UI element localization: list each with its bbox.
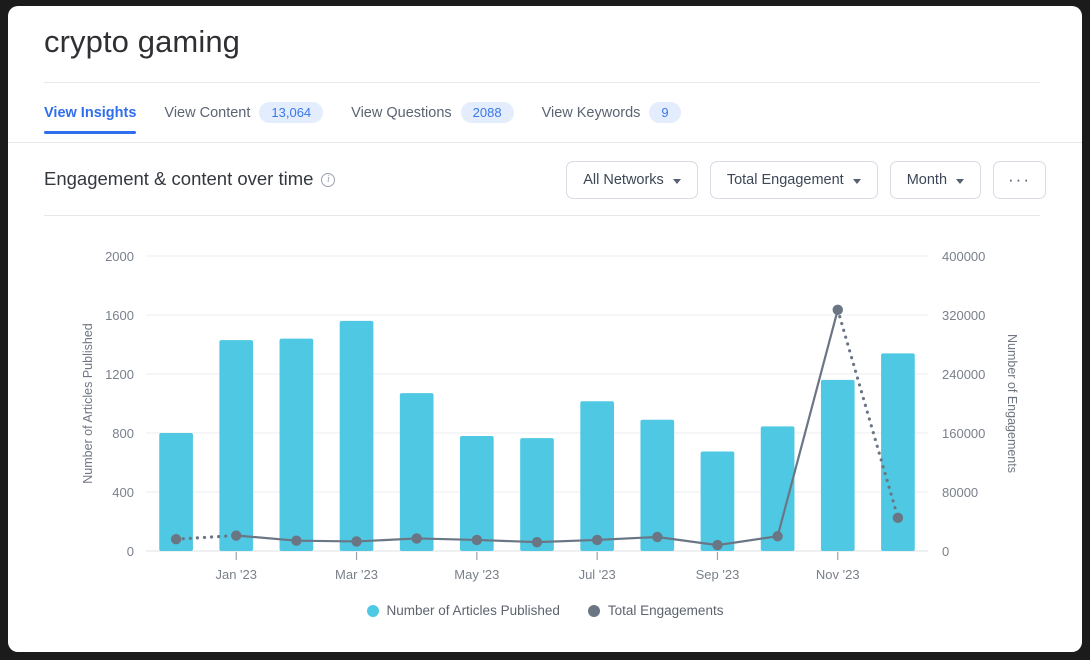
tabs-divider	[8, 142, 1082, 143]
y-axis-title: Number of Articles Published	[81, 323, 95, 484]
line-point[interactable]	[652, 532, 662, 542]
tab-view-content[interactable]: View Content 13,064	[150, 92, 337, 136]
tab-badge-count: 2088	[461, 102, 514, 123]
x-axis-tick: Sep '23	[696, 567, 740, 582]
line-point[interactable]	[171, 534, 181, 544]
y-axis-tick: 1600	[105, 308, 134, 323]
y2-axis-tick: 160000	[942, 426, 985, 441]
info-icon[interactable]: i	[321, 173, 335, 187]
chart-bar[interactable]	[520, 438, 554, 551]
line-point[interactable]	[472, 535, 482, 545]
tab-view-questions[interactable]: View Questions 2088	[337, 92, 527, 136]
chart-legend: Number of Articles Published Total Engag…	[8, 603, 1082, 618]
chart-bar[interactable]	[219, 340, 253, 551]
network-filter[interactable]: All Networks	[566, 161, 698, 199]
chevron-down-icon	[673, 179, 681, 184]
page-title: crypto gaming	[44, 24, 240, 60]
line-point[interactable]	[411, 533, 421, 543]
y2-axis-tick: 80000	[942, 485, 978, 500]
line-point[interactable]	[712, 540, 722, 550]
x-axis-tick: Jul '23	[579, 567, 616, 582]
chart-controls: All Networks Total Engagement Month ···	[566, 161, 1046, 199]
x-axis-tick: May '23	[454, 567, 499, 582]
ellipsis-icon: ···	[1008, 175, 1031, 185]
y-axis-tick: 2000	[105, 249, 134, 264]
line-point[interactable]	[532, 537, 542, 547]
chart-svg: 0 400 800 1200 1600 2000 0 80000 160000 240000 320…	[8, 221, 1082, 601]
more-options-button[interactable]: ···	[993, 161, 1046, 199]
chart-bar[interactable]	[460, 436, 494, 551]
engagement-chart: 0 400 800 1200 1600 2000 0 80000 160000 240000 320…	[8, 221, 1082, 646]
line-point[interactable]	[351, 536, 361, 546]
line-point[interactable]	[231, 530, 241, 540]
interval-filter[interactable]: Month	[890, 161, 981, 199]
section-divider	[44, 215, 1040, 216]
section-title: Engagement & content over time i	[44, 168, 335, 190]
chart-bar[interactable]	[701, 451, 735, 551]
line-point[interactable]	[291, 535, 301, 545]
chart-bar[interactable]	[280, 339, 314, 551]
insights-card: crypto gaming View Insights View Content…	[8, 6, 1082, 652]
line-segment	[296, 541, 356, 542]
y2-axis-tick: 240000	[942, 367, 985, 382]
tab-view-insights[interactable]: View Insights	[44, 95, 150, 134]
x-axis-tick: Jan '23	[215, 567, 257, 582]
chart-bar[interactable]	[159, 433, 193, 551]
title-divider	[44, 82, 1040, 83]
chart-bar[interactable]	[400, 393, 434, 551]
legend-label: Number of Articles Published	[387, 603, 560, 618]
chevron-down-icon	[956, 179, 964, 184]
line-point[interactable]	[893, 513, 903, 523]
tab-label: View Keywords	[542, 105, 641, 121]
x-axis-tick: Mar '23	[335, 567, 378, 582]
y2-axis-tick: 0	[942, 544, 949, 559]
metric-filter[interactable]: Total Engagement	[710, 161, 878, 199]
screenshot-frame: crypto gaming View Insights View Content…	[0, 0, 1090, 660]
line-point[interactable]	[592, 535, 602, 545]
metric-filter-label: Total Engagement	[727, 172, 844, 188]
chart-bar[interactable]	[580, 401, 614, 551]
line-point[interactable]	[772, 531, 782, 541]
legend-label: Total Engagements	[608, 603, 724, 618]
tab-view-keywords[interactable]: View Keywords 9	[528, 92, 695, 136]
y-axis-tick: 1200	[105, 367, 134, 382]
x-axis-tick: Nov '23	[816, 567, 860, 582]
legend-item-engagements[interactable]: Total Engagements	[588, 603, 724, 618]
chart-bar[interactable]	[821, 380, 855, 551]
network-filter-label: All Networks	[583, 172, 664, 188]
interval-filter-label: Month	[907, 172, 947, 188]
y-axis-tick: 0	[127, 544, 134, 559]
chevron-down-icon	[853, 179, 861, 184]
y-axis-tick: 800	[112, 426, 134, 441]
legend-swatch	[588, 605, 600, 617]
line-point[interactable]	[833, 305, 843, 315]
legend-item-articles[interactable]: Number of Articles Published	[367, 603, 560, 618]
tab-badge-count: 9	[649, 102, 680, 123]
y2-axis-tick: 320000	[942, 308, 985, 323]
tab-label: View Insights	[44, 105, 136, 121]
y2-axis-title: Number of Engagements	[1005, 334, 1019, 473]
chart-bar[interactable]	[340, 321, 374, 551]
y-axis-tick: 400	[112, 485, 134, 500]
tab-label: View Content	[164, 105, 250, 121]
tab-bar: View Insights View Content 13,064 View Q…	[44, 92, 695, 136]
section-title-text: Engagement & content over time	[44, 168, 313, 190]
line-segment	[417, 538, 477, 539]
chart-bar[interactable]	[640, 420, 674, 551]
y2-axis-tick: 400000	[942, 249, 985, 264]
tab-badge-count: 13,064	[259, 102, 323, 123]
legend-swatch	[367, 605, 379, 617]
tab-label: View Questions	[351, 105, 451, 121]
